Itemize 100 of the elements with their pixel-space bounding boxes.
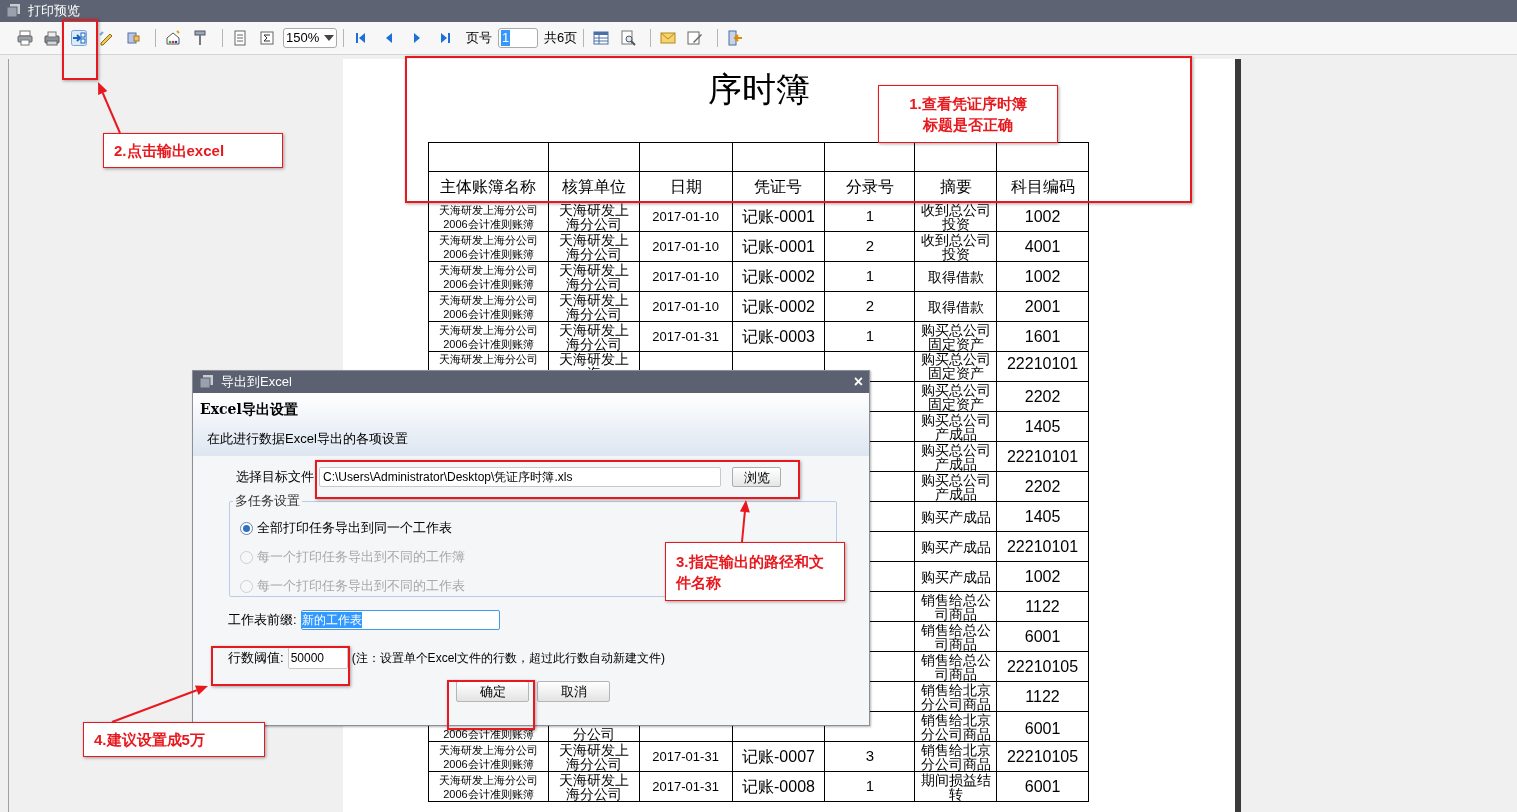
table-cell: 天海研发上海分公司 — [548, 772, 640, 802]
table-cell: 1122 — [997, 682, 1089, 712]
table-cell: 2017-01-31 — [639, 322, 733, 352]
table-cell: 销售给北京分公司商品 — [915, 712, 998, 742]
table-cell: 2001 — [997, 292, 1089, 322]
window-title: 打印预览 — [28, 2, 80, 21]
note-text: (注：设置单个Excel文件的行数，超过此行数自动新建文件) — [351, 650, 665, 667]
table-cell: 销售给总公司商品 — [915, 622, 998, 652]
table-cell: 2017-01-31 — [639, 772, 733, 802]
field-label: 工作表前缀: — [228, 611, 297, 630]
table-cell: 购买总公司产成品 — [915, 412, 998, 442]
table-cell: 22210101 — [997, 532, 1089, 562]
callout-label: 2.点击输出excel — [103, 133, 283, 168]
table-cell: 2017-01-10 — [639, 292, 733, 322]
table-cell: 2017-01-10 — [639, 202, 733, 232]
printer-icon[interactable] — [44, 30, 60, 46]
table-cell: 2017-01-10 — [639, 232, 733, 262]
table-cell: 1 — [825, 262, 916, 292]
table-cell: 1405 — [997, 412, 1089, 442]
table-cell: 天海研发上海分公司 — [548, 742, 640, 772]
table-cell: 1002 — [997, 262, 1089, 292]
table-cell: 1405 — [997, 502, 1089, 532]
table-cell: 天海研发上海分公司2006会计准则账簿 — [429, 742, 549, 772]
option-label: 全部打印任务导出到同一个工作表 — [257, 519, 452, 538]
table-cell: 2017-01-31 — [639, 742, 733, 772]
preview-icon[interactable] — [620, 30, 637, 46]
caret-icon — [324, 34, 334, 42]
table-cell: 天海研发上海分公司 — [548, 322, 640, 352]
table-cell: 天海研发上海分公司2006会计准则账簿 — [429, 322, 549, 352]
table-cell: 记账-0002 — [732, 262, 826, 292]
field-label: 行数阈值: — [228, 649, 284, 668]
table-cell: 记账-0002 — [732, 292, 826, 322]
dialog-heading: Excel导出设置 — [200, 400, 299, 419]
table-cell: 1002 — [997, 562, 1089, 592]
table-cell: 购买总公司固定资产 — [915, 322, 998, 352]
close-button[interactable]: × — [853, 374, 863, 390]
column-header: 日期 — [639, 172, 733, 202]
group-title: 多任务设置 — [233, 493, 302, 509]
sigma-icon[interactable] — [259, 30, 275, 46]
highlight-frame — [62, 19, 98, 80]
exit-icon[interactable] — [727, 30, 744, 46]
browse-button[interactable]: 浏览 — [732, 467, 781, 487]
table-cell: 天海研发上海分公司 — [548, 232, 640, 262]
column-header: 核算单位 — [548, 172, 640, 202]
column-header: 摘要 — [915, 172, 998, 202]
column-header: 主体账簿名称 — [429, 172, 549, 202]
table-cell: 购买总公司固定资产 — [915, 352, 998, 382]
dialog-title: 导出到Excel — [221, 373, 293, 392]
table-cell: 22210105 — [997, 652, 1089, 682]
table-cell: 2 — [825, 232, 916, 262]
pen-icon[interactable] — [98, 30, 114, 46]
field-label: 选择目标文件 — [236, 468, 314, 487]
table-cell: 取得借款 — [915, 262, 998, 292]
export-icon[interactable] — [71, 30, 87, 46]
row-limit-field[interactable]: 50000 — [287, 647, 348, 669]
file-path-field[interactable]: C:\Users\Administrator\Desktop\凭证序时簿.xls — [319, 467, 721, 487]
edit-icon[interactable] — [687, 30, 704, 46]
zoom-dropdown[interactable]: 150% — [283, 28, 337, 48]
table-cell: 取得借款 — [915, 292, 998, 322]
table-cell: 销售给总公司商品 — [915, 652, 998, 682]
table-cell: 1 — [825, 772, 916, 802]
puzzle-icon[interactable] — [125, 30, 141, 46]
radio-button[interactable] — [240, 521, 253, 535]
dialog-subtitle: 在此进行数据Excel导出的各项设置 — [207, 430, 409, 448]
table-cell: 1 — [825, 202, 916, 232]
table-icon[interactable] — [593, 30, 610, 46]
table-cell: 记账-0003 — [732, 322, 826, 352]
arrow — [739, 500, 750, 543]
printer-icon[interactable] — [17, 30, 33, 46]
arrow — [98, 82, 121, 134]
table-cell: 记账-0008 — [732, 772, 826, 802]
table-cell: 2202 — [997, 472, 1089, 502]
table-cell: 天海研发上海分公司2006会计准则账簿 — [429, 232, 549, 262]
table-cell: 1002 — [997, 202, 1089, 232]
table-cell: 记账-0007 — [732, 742, 826, 772]
table-cell: 3 — [825, 742, 916, 772]
table-cell: 天海研发上海分公司 — [548, 292, 640, 322]
dialog-button[interactable]: 取消 — [537, 681, 610, 702]
tool-icon[interactable] — [192, 30, 208, 46]
callout-label: 1.查看凭证序时簿 标题是否正确 — [878, 85, 1058, 143]
table-cell: 记账-0001 — [732, 232, 826, 262]
house-icon[interactable] — [165, 30, 181, 46]
page-total: 共6页 — [544, 29, 578, 48]
table-cell: 销售给总公司商品 — [915, 592, 998, 622]
callout-label: 3.指定输出的路径和文 件名称 — [665, 542, 845, 601]
table-cell: 天海研发上海分公司2006会计准则账簿 — [429, 292, 549, 322]
dialog-button[interactable]: 确定 — [456, 681, 529, 702]
table-cell: 购买总公司产成品 — [915, 442, 998, 472]
table-cell: 购买总公司固定资产 — [915, 382, 998, 412]
window-icon — [6, 3, 22, 19]
table-cell: 天海研发上海分公司2006会计准则账簿 — [429, 262, 549, 292]
table-cell: 22210101 — [997, 442, 1089, 472]
table-cell: 6001 — [997, 622, 1089, 652]
column-header: 分录号 — [825, 172, 916, 202]
table-cell: 购买总公司产成品 — [915, 472, 998, 502]
page-label: 页号 — [466, 29, 492, 48]
mail-icon[interactable] — [660, 30, 677, 46]
table-cell: 1 — [825, 322, 916, 352]
callout-label: 4.建议设置成5万 — [83, 722, 265, 757]
table-cell: 1601 — [997, 322, 1089, 352]
